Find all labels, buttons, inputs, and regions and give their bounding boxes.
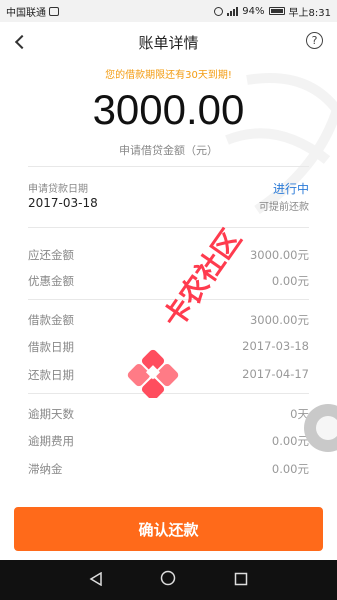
row-value: 3000.00元	[249, 313, 309, 327]
row-label: 借款日期	[28, 340, 74, 354]
row-label: 还款日期	[28, 368, 74, 382]
loan-status: 进行中	[272, 182, 309, 196]
early-repay-hint: 可提前还款	[259, 202, 309, 213]
divider	[28, 166, 309, 167]
system-recent-button[interactable]	[234, 571, 248, 590]
confirm-repay-button[interactable]: 确认还款	[14, 507, 323, 551]
detail-row-repay-date: 还款日期 2017-04-17	[28, 367, 309, 383]
row-value: 0.00元	[271, 434, 309, 448]
loan-amount-label: 申请借贷金额（元）	[119, 144, 218, 157]
due-notice: 您的借款期限还有30天到期!	[105, 70, 232, 81]
row-label: 借款金额	[28, 313, 74, 327]
signal-icon	[227, 6, 239, 16]
loan-amount: 3000.00	[92, 86, 245, 133]
row-label: 应还金额	[28, 248, 74, 262]
status-bar: 中国联通 94% 早上8:31	[0, 0, 337, 22]
system-back-button[interactable]	[89, 571, 103, 590]
apply-date-label: 申请贷款日期	[28, 184, 88, 195]
nav-bar: 账单详情 ?	[0, 22, 337, 62]
row-value: 0.00元	[271, 274, 309, 288]
divider	[28, 299, 309, 300]
status-left: 中国联通	[6, 4, 59, 19]
apply-date-value: 2017-03-18	[28, 196, 98, 210]
detail-row-discount: 优惠金额 0.00元	[28, 273, 309, 289]
sim-card-icon	[49, 6, 59, 16]
circle-home-icon	[161, 570, 176, 586]
system-nav-bar	[0, 560, 337, 600]
row-value: 2017-04-17	[242, 367, 309, 381]
row-label: 优惠金额	[28, 274, 74, 288]
status-right: 94% 早上8:31	[214, 4, 331, 19]
detail-row-late-fee: 滞纳金 0.00元	[28, 461, 309, 477]
back-button[interactable]	[8, 30, 32, 54]
square-recent-icon	[234, 572, 248, 585]
chevron-left-icon	[14, 34, 30, 50]
row-label: 逾期天数	[28, 407, 74, 421]
detail-row-due-amount: 应还金额 3000.00元	[28, 247, 309, 263]
detail-row-overdue-days: 逾期天数 0天	[28, 406, 309, 422]
detail-row-overdue-fee: 逾期费用 0.00元	[28, 433, 309, 449]
clock-time: 早上8:31	[288, 7, 331, 19]
triangle-back-icon	[89, 571, 102, 586]
alarm-icon	[214, 6, 224, 16]
row-value: 3000.00元	[249, 248, 309, 262]
help-button[interactable]: ?	[306, 32, 323, 49]
page-title: 账单详情	[138, 33, 199, 52]
row-label: 滞纳金	[28, 462, 63, 476]
detail-row-loan-date: 借款日期 2017-03-18	[28, 339, 309, 355]
detail-row-loan-amount: 借款金额 3000.00元	[28, 312, 309, 328]
system-home-button[interactable]	[160, 570, 176, 590]
row-label: 逾期费用	[28, 434, 74, 448]
row-value: 2017-03-18	[242, 339, 309, 353]
divider	[28, 227, 309, 228]
divider	[28, 393, 309, 394]
row-value: 0.00元	[271, 462, 309, 476]
battery-icon	[268, 7, 285, 15]
carrier-label: 中国联通	[6, 7, 46, 19]
battery-percent: 94%	[242, 5, 265, 17]
